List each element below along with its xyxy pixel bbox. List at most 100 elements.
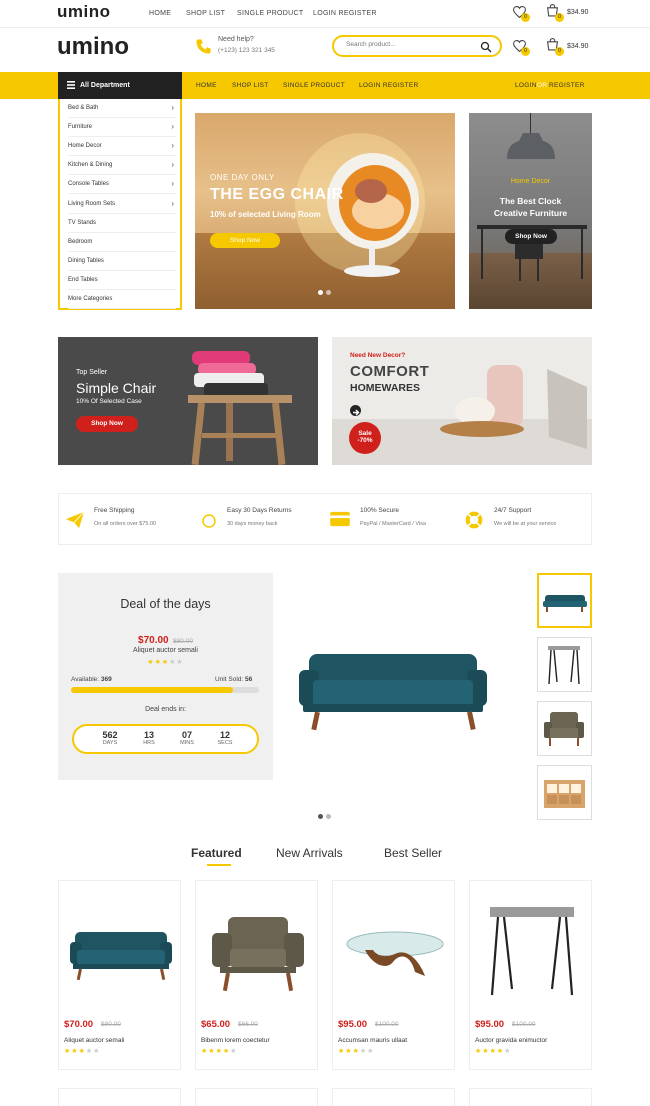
product-card-next-row[interactable] [469, 1088, 592, 1106]
product-card[interactable]: $70.00 $80.00 Aliquet auctor semali ★★★★… [58, 880, 181, 1070]
star-icon: ★ [367, 1048, 375, 1055]
side-banner-shop-now-button[interactable]: Shop Now [505, 229, 557, 244]
deal-dot-1[interactable] [318, 814, 323, 819]
product-card-next-row[interactable] [58, 1088, 181, 1106]
deal-price: $70.00 [138, 635, 169, 646]
department-item[interactable]: Furniture › [68, 118, 176, 138]
department-item[interactable]: Living Room Sets › [68, 195, 176, 214]
product-card[interactable]: $95.00 $100.00 Accumsan mauris ullaat ★★… [332, 880, 455, 1070]
header-wishlist-badge: 0 [521, 47, 530, 56]
product-card-next-row[interactable] [195, 1088, 318, 1106]
tab-best-seller[interactable]: Best Seller [384, 846, 442, 860]
chevron-right-icon[interactable]: › [171, 199, 174, 208]
chevron-right-icon[interactable]: › [171, 179, 174, 188]
product-name[interactable]: Bibenm lorem coectetur [201, 1037, 270, 1044]
banner-simple-chair[interactable]: Top Seller Simple Chair 10% Of Selected … [58, 337, 318, 465]
cart-icon[interactable]: 0 [546, 4, 564, 22]
slider-dot-2[interactable] [326, 290, 331, 295]
department-item[interactable]: End Tables [68, 271, 176, 290]
nav-login[interactable]: LOGIN [515, 82, 537, 89]
product-name[interactable]: Aliquet auctor semali [64, 1037, 124, 1044]
thumb-cabinet[interactable] [537, 765, 592, 820]
vase-bowls-image [437, 359, 587, 464]
all-department-button[interactable]: All Department [58, 72, 182, 99]
department-item[interactable]: Dining Tables [68, 252, 176, 271]
arrow-right-icon[interactable] [350, 405, 361, 416]
product-card-next-row[interactable] [332, 1088, 455, 1106]
star-icon: ★ [208, 1048, 216, 1055]
nav-or: OR [537, 82, 548, 89]
department-menu: Bed & Bath › Furniture › Home Decor › Kitchen … [58, 99, 182, 310]
side-banner[interactable]: Home Decor The Best Clock Creative Furni… [469, 113, 592, 309]
chevron-right-icon[interactable]: › [171, 122, 174, 131]
deal-dot-2[interactable] [326, 814, 331, 819]
help-phone[interactable]: (+123) 123 321 345 [218, 47, 275, 54]
countdown-unit: DAYS [102, 740, 118, 746]
hero-slider[interactable]: ONE DAY ONLY THE EGG CHAIR 10% of select… [195, 113, 455, 309]
department-item[interactable]: Kitchen & Dining › [68, 156, 176, 176]
search-input[interactable] [346, 41, 466, 48]
feature-shipping: Free Shipping On all orders over $75.00 [59, 494, 192, 546]
deal-product-name[interactable]: Aliquet auctor semali [58, 647, 273, 654]
side-banner-kicker: Home Decor [510, 178, 551, 185]
nav-register[interactable]: REGISTER [549, 82, 585, 89]
nav-login-register[interactable]: LOGIN REGISTER [359, 82, 418, 89]
department-item[interactable]: More Categories [68, 290, 176, 309]
department-item[interactable]: Home Decor › [68, 137, 176, 157]
product-name[interactable]: Accumsan mauris ullaat [338, 1037, 407, 1044]
header-heart-icon[interactable]: 0 [512, 39, 530, 56]
star-icon: ★ [345, 1048, 353, 1055]
nav-shop-list[interactable]: SHOP LIST [232, 82, 269, 89]
banner-left-shop-now-button[interactable]: Shop Now [76, 416, 138, 432]
search-icon[interactable] [480, 40, 492, 58]
department-item[interactable]: Bedroom [68, 233, 176, 252]
heart-icon[interactable]: 0 [512, 5, 530, 22]
countdown-value: 07 [181, 730, 192, 740]
star-icon: ★ [154, 659, 162, 666]
product-name[interactable]: Auctor gravida enimuctor [475, 1037, 547, 1044]
available-value: 369 [100, 676, 112, 683]
product-price: $70.00 [64, 1019, 94, 1030]
slider-shop-now-button[interactable]: Shop Now [210, 233, 280, 248]
department-item[interactable]: Bed & Bath › [68, 99, 176, 118]
nav-home[interactable]: HOME [196, 82, 217, 89]
department-label: More Categories [68, 296, 113, 302]
chevron-right-icon[interactable]: › [171, 141, 174, 150]
deal-available: Available: 369 [71, 676, 112, 683]
header-cart-total: $34.90 [567, 43, 589, 50]
lamp-cord [530, 113, 531, 135]
product-card[interactable]: $65.00 $66.00 Bibenm lorem coectetur ★★★… [195, 880, 318, 1070]
tab-new-arrivals[interactable]: New Arrivals [276, 846, 343, 860]
star-icon: ★ [230, 1048, 238, 1055]
countdown-value: 562 [102, 730, 118, 740]
countdown-unit: MINS [180, 740, 194, 746]
thumb-sofa[interactable] [537, 573, 592, 628]
slider-dot-1[interactable] [318, 290, 323, 295]
department-item[interactable]: Console Tables › [68, 175, 176, 195]
thumb-side-table[interactable] [537, 637, 592, 692]
top-nav-single-product[interactable]: SINGLE PRODUCT [237, 10, 303, 17]
chevron-right-icon[interactable]: › [171, 103, 174, 112]
product-card[interactable]: $95.00 $100.00 Auctor gravida enimuctor … [469, 880, 592, 1070]
star-icon: ★ [78, 1048, 86, 1055]
department-item[interactable]: TV Stands [68, 214, 176, 233]
countdown-days: 562 DAYS [90, 730, 130, 746]
department-label: Kitchen & Dining [68, 162, 113, 169]
top-logo[interactable]: umino [57, 2, 111, 22]
department-label: End Tables [68, 276, 98, 283]
countdown-unit: HRS [143, 740, 155, 746]
top-nav-login-register[interactable]: LOGIN REGISTER [313, 10, 377, 17]
deal-sofa-image[interactable] [295, 650, 491, 739]
thumb-armchair[interactable] [537, 701, 592, 756]
feature-title: Free Shipping [94, 507, 135, 514]
banner-right-kicker: Need New Decor? [350, 352, 406, 359]
header-cart-icon[interactable]: 0 [546, 38, 564, 56]
main-logo[interactable]: umino [57, 33, 129, 61]
banner-comfort-homewares[interactable]: Need New Decor? COMFORT HOMEWARES Sale -… [332, 337, 592, 465]
top-nav-home[interactable]: HOME [149, 10, 171, 17]
nav-single-product[interactable]: SINGLE PRODUCT [283, 82, 345, 89]
product-price: $95.00 [475, 1019, 505, 1030]
tab-featured[interactable]: Featured [191, 846, 242, 860]
chevron-right-icon[interactable]: › [171, 160, 174, 169]
top-nav-shop-list[interactable]: SHOP LIST [186, 10, 225, 17]
